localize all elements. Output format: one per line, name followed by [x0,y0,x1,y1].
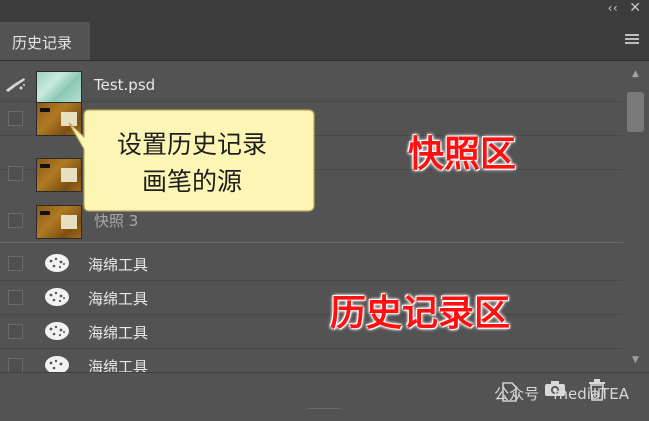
snapshot-label: Test.psd [94,76,156,94]
snapshot-area-label: 快照区 [408,134,517,175]
sponge-icon [45,322,69,340]
tab-history[interactable]: 历史记录 [0,22,90,60]
history-brush-source-checkbox[interactable] [8,358,23,372]
history-brush-source-checkbox[interactable] [8,256,23,271]
history-brush-source-checkbox[interactable] [8,166,23,181]
scroll-up-icon[interactable]: ▲ [632,69,639,79]
history-state-label: 海绵工具 [88,358,149,372]
history-brush-source-checkbox[interactable] [8,111,23,126]
sponge-icon [45,254,69,272]
panel-tab-bar: 历史记录 [0,18,649,61]
panel-footer: 公众号 · mediaTEA [0,372,649,414]
close-panel-icon[interactable]: ✕ [629,0,641,16]
history-brush-source-checkbox[interactable] [8,324,23,339]
sponge-icon [45,356,69,372]
snapshot-thumbnail [36,71,82,105]
watermark-text: 公众号 · mediaTEA [494,385,629,403]
resize-grip[interactable] [308,408,340,414]
history-state-label: 海绵工具 [88,256,149,274]
history-brush-source-checkbox[interactable] [8,290,23,305]
history-scrollbar[interactable]: ▲ ▼ [623,67,649,367]
history-brush-source-checkbox[interactable] [8,213,23,228]
tab-history-label: 历史记录 [12,34,73,52]
history-brush-source-icon[interactable] [4,76,28,94]
panel-top-strip: ‹‹ ✕ [0,0,649,18]
collapse-panel-icon[interactable]: ‹‹ [607,1,620,15]
history-area-label: 历史记录区 [330,293,511,334]
snapshot-row[interactable]: Test.psd [0,68,623,105]
snapshot-label: 快照 3 [94,212,139,230]
callout-text: 设置历史记录 画笔的源 [74,126,310,200]
history-state-row[interactable]: 海绵工具 [0,349,623,372]
scroll-down-icon[interactable]: ▼ [632,355,639,365]
panel-menu-icon[interactable] [625,34,639,44]
callout-line-1: 设置历史记录 [116,130,267,159]
history-state-row[interactable]: 海绵工具 [0,315,623,349]
history-state-row[interactable]: 海绵工具 [0,281,623,315]
sponge-icon [45,288,69,306]
history-state-row[interactable]: 海绵工具 [0,247,623,281]
scrollbar-thumb[interactable] [627,92,644,132]
history-state-label: 海绵工具 [88,290,149,308]
callout-line-2: 画笔的源 [141,167,242,196]
history-state-label: 海绵工具 [88,324,149,342]
